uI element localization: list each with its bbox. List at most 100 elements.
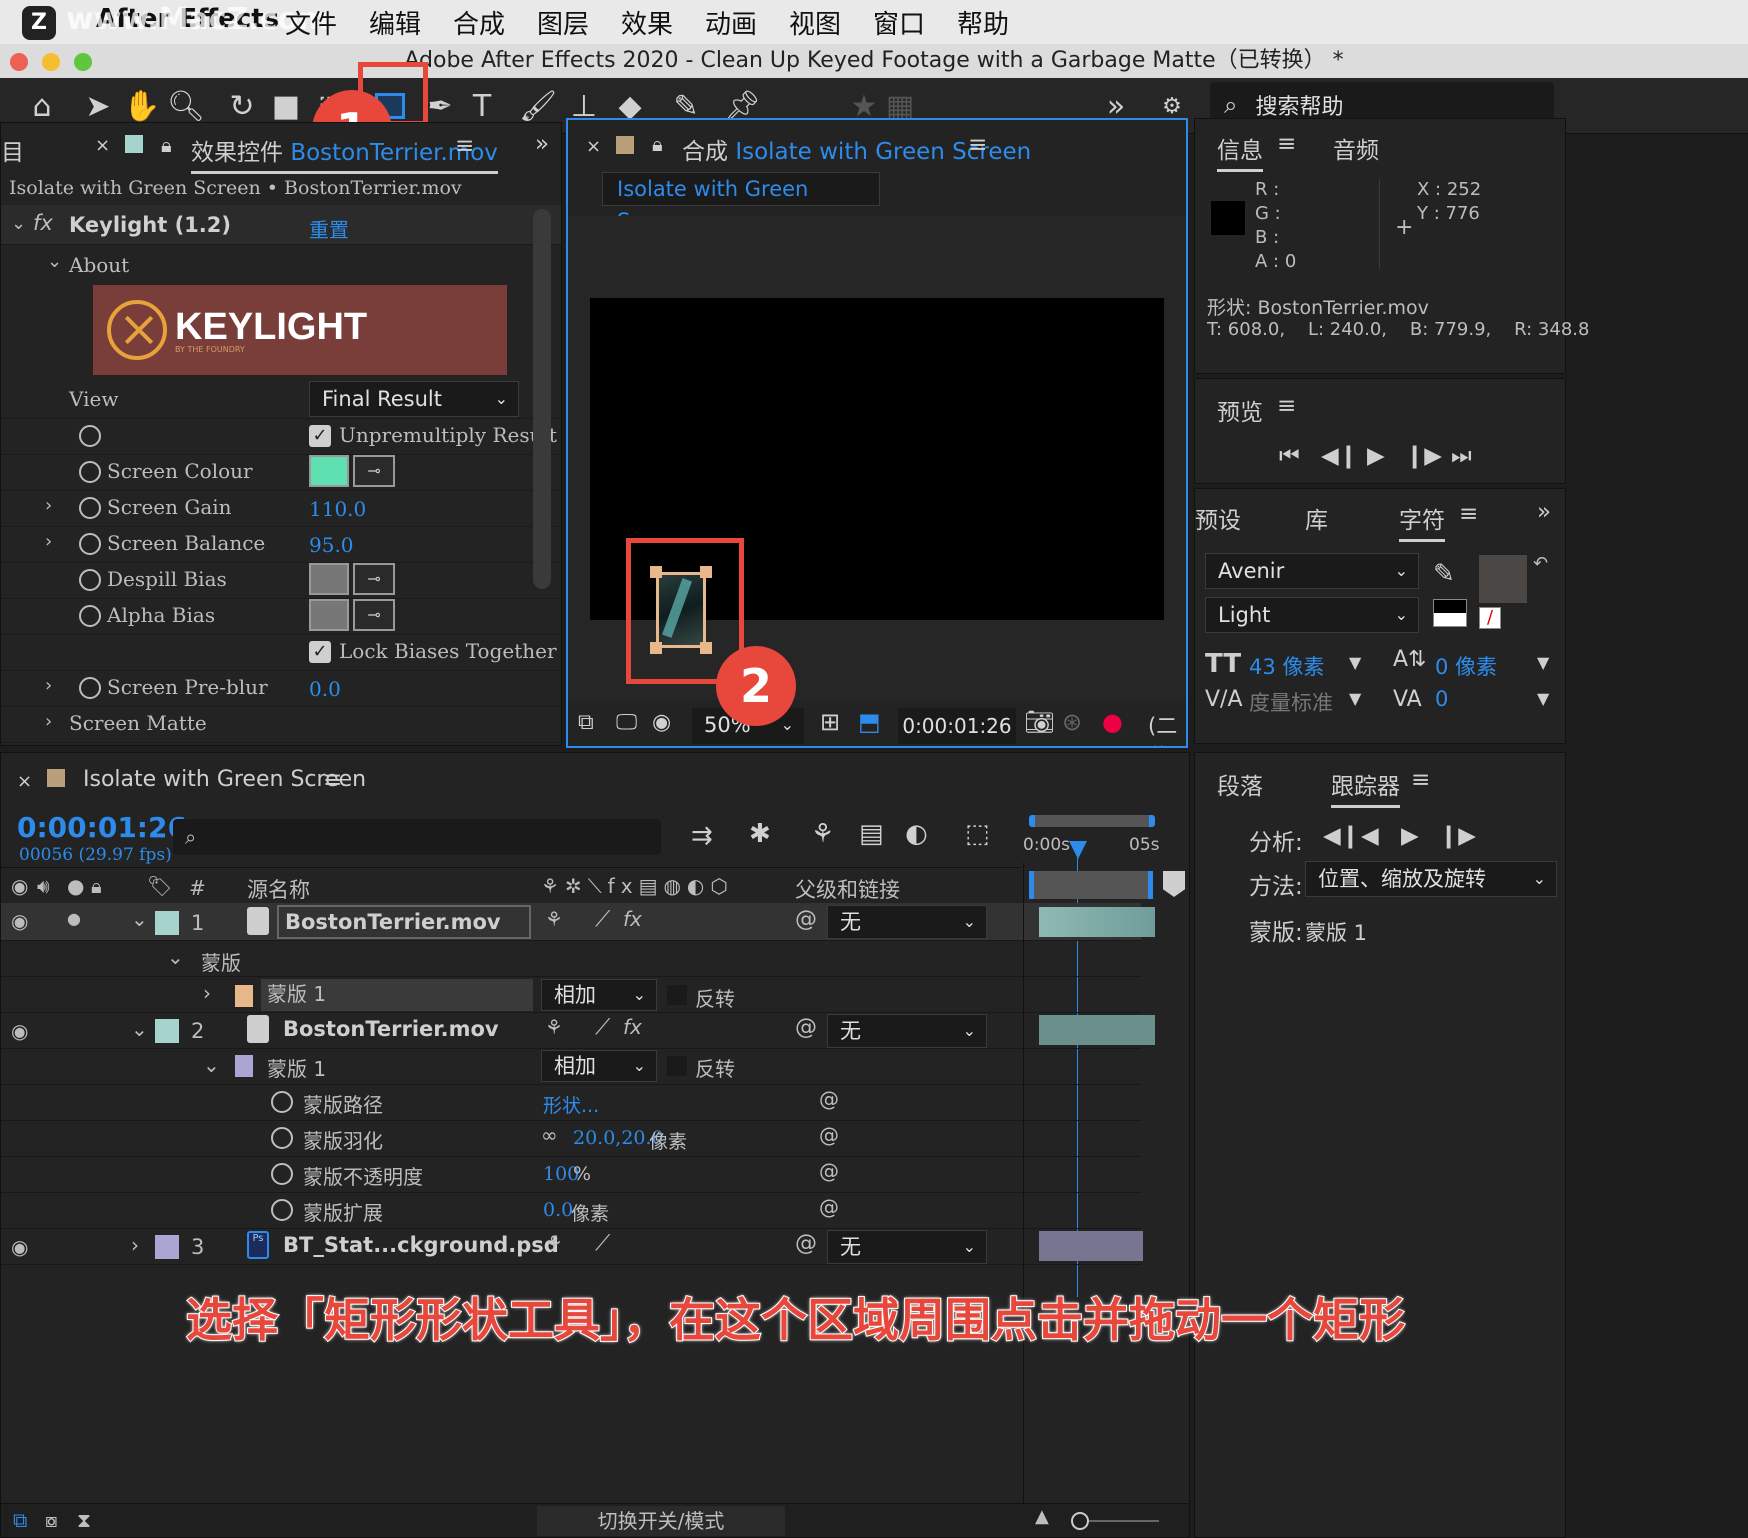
- parent-dropdown[interactable]: 无 ⌄: [827, 1014, 987, 1048]
- constrain-proportions-icon[interactable]: ∞: [541, 1123, 558, 1147]
- menu-edit[interactable]: 编辑: [369, 4, 421, 41]
- transfer-controls-icon[interactable]: ⧇: [45, 1508, 58, 1532]
- mask-visibility-icon[interactable]: ◉: [652, 710, 671, 735]
- brush-tool-icon[interactable]: 🖌︎: [518, 86, 558, 126]
- type-tool-icon[interactable]: T: [462, 86, 502, 126]
- layer-search-input[interactable]: ⌕: [173, 819, 661, 855]
- chevron-down-icon[interactable]: ▼: [1537, 689, 1549, 708]
- mask1-row[interactable]: › 蒙版 1 相加 ⌄ 反转: [1, 977, 1141, 1013]
- stopwatch-icon[interactable]: [79, 533, 101, 555]
- menu-help[interactable]: 帮助: [957, 4, 1009, 41]
- zoom-tool-icon[interactable]: 🔍︎: [166, 86, 206, 126]
- stopwatch-icon[interactable]: [79, 677, 101, 699]
- pickwhip-icon[interactable]: @: [795, 907, 817, 932]
- stopwatch-icon[interactable]: [79, 569, 101, 591]
- comp-subtab[interactable]: Isolate with Green Screen: [602, 172, 880, 233]
- chevron-right-icon[interactable]: ›: [203, 981, 211, 1005]
- playhead[interactable]: [1069, 841, 1087, 859]
- minimize-window-button[interactable]: [42, 53, 60, 71]
- lock-icon[interactable]: 🔒︎: [161, 133, 172, 157]
- column-source-name[interactable]: 源名称: [247, 874, 310, 904]
- kerning-value[interactable]: 度量标准: [1249, 687, 1333, 717]
- eyedropper-icon[interactable]: ⊸: [353, 599, 395, 631]
- layer-label-color[interactable]: [155, 1019, 179, 1043]
- close-icon[interactable]: ×: [17, 771, 32, 792]
- next-frame-icon[interactable]: ❙▶: [1405, 443, 1442, 469]
- layer-row-1[interactable]: ◉ ● ⌄ 1 BostonTerrier.mov ⚘ ⟋ fx @ 无 ⌄: [1, 903, 1141, 941]
- close-window-button[interactable]: [10, 53, 28, 71]
- default-colors-swatch[interactable]: [1433, 599, 1467, 627]
- library-tab[interactable]: 库: [1305, 501, 1328, 535]
- layer-bar-3[interactable]: [1039, 1231, 1143, 1261]
- in-out-icon[interactable]: ⧗: [77, 1508, 91, 1532]
- marker-icon[interactable]: [1163, 871, 1185, 897]
- menu-animation[interactable]: 动画: [705, 4, 757, 41]
- rotate-tool-icon[interactable]: ↻: [222, 86, 262, 126]
- chevron-down-icon[interactable]: ▼: [1349, 653, 1361, 672]
- close-icon[interactable]: ×: [95, 135, 110, 156]
- mask-mode-dropdown[interactable]: 相加 ⌄: [541, 1050, 657, 1082]
- eye-icon[interactable]: ◉: [11, 1019, 28, 1043]
- mask-path-row[interactable]: 蒙版路径 形状... @: [1, 1085, 1141, 1121]
- hand-tool-icon[interactable]: ✋: [122, 86, 162, 126]
- mask-color-swatch[interactable]: [235, 985, 253, 1007]
- selection-tool-icon[interactable]: ➤: [78, 86, 118, 126]
- panel-menu-icon[interactable]: ≡: [1277, 393, 1296, 419]
- resolution-dropdown[interactable]: (二分: [1148, 710, 1186, 746]
- mask-opacity-row[interactable]: 蒙版不透明度 100 % @: [1, 1157, 1141, 1193]
- zoom-window-button[interactable]: [74, 53, 92, 71]
- analyze-forward-frame-icon[interactable]: ▶: [1401, 823, 1419, 849]
- previous-frame-icon[interactable]: ◀❙: [1321, 443, 1358, 469]
- effect-switch-icon[interactable]: fx: [623, 1015, 642, 1039]
- tracking-value[interactable]: 0: [1435, 687, 1448, 711]
- stopwatch-icon[interactable]: [79, 461, 101, 483]
- camera-tool-icon[interactable]: ■: [266, 86, 306, 126]
- lock-icon[interactable]: 🔒︎: [652, 132, 663, 156]
- zoom-out-icon[interactable]: ▲: [1035, 1506, 1049, 1527]
- stopwatch-icon[interactable]: [271, 1199, 293, 1221]
- frame-blending-icon[interactable]: ▤: [859, 819, 884, 849]
- parent-dropdown[interactable]: 无 ⌄: [827, 1230, 987, 1264]
- screen-colour-swatch[interactable]: [309, 455, 349, 487]
- menu-window[interactable]: 窗口: [873, 4, 925, 41]
- column-parent[interactable]: 父级和链接: [795, 874, 900, 904]
- graph-editor-icon[interactable]: ⬚: [965, 819, 990, 849]
- solo-icon[interactable]: ●: [67, 909, 81, 928]
- eye-icon[interactable]: ◉: [11, 874, 28, 898]
- alpha-bias-swatch[interactable]: [309, 599, 349, 631]
- font-family-dropdown[interactable]: Avenir ⌄: [1205, 553, 1419, 589]
- mask-mode-dropdown[interactable]: 相加 ⌄: [541, 979, 657, 1011]
- layer-row-2[interactable]: ◉ ⌄ 2 BostonTerrier.mov ⚘ ⟋ fx @ 无 ⌄: [1, 1013, 1141, 1049]
- effect-controls-tab[interactable]: 效果控件 BostonTerrier.mov: [191, 133, 498, 174]
- stopwatch-icon[interactable]: [271, 1091, 293, 1113]
- eye-icon[interactable]: ◉: [11, 909, 28, 933]
- layer-name[interactable]: BT_Stat...ckground.psd: [283, 1233, 559, 1257]
- chevron-down-icon[interactable]: ⌄: [47, 251, 62, 272]
- mask-feather-row[interactable]: 蒙版羽化 ∞ 20.0,20.0 像素 @: [1, 1121, 1141, 1157]
- snapshot-layers-icon[interactable]: ⧉: [578, 710, 594, 735]
- mask-name[interactable]: 蒙版 1: [267, 1053, 326, 1082]
- project-tab[interactable]: 目: [1, 133, 24, 167]
- solo-icon[interactable]: ●: [67, 874, 84, 898]
- mask-expansion-value[interactable]: 0.0: [543, 1199, 573, 1221]
- layer-row-3[interactable]: ◉ › 3 Ps BT_Stat...ckground.psd ⚘ ⟋ @ 无 …: [1, 1229, 1141, 1265]
- lock-icon[interactable]: 🔒︎: [91, 874, 102, 898]
- fill-color-swatch[interactable]: [1477, 553, 1529, 605]
- shy-switch-icon[interactable]: ⚘: [545, 1231, 563, 1255]
- timecode-field[interactable]: 0:00:01:26: [898, 708, 1016, 744]
- zoom-slider[interactable]: [1071, 1512, 1089, 1530]
- expand-panels-icon[interactable]: »: [535, 131, 549, 157]
- chevron-down-icon[interactable]: ⌄: [203, 1053, 220, 1077]
- pickwhip-icon[interactable]: @: [795, 1231, 817, 1256]
- screen-gain-value[interactable]: 110.0: [309, 497, 366, 521]
- menu-composition[interactable]: 合成: [453, 4, 505, 41]
- last-frame-icon[interactable]: ⏭: [1451, 443, 1472, 469]
- menu-view[interactable]: 视图: [789, 4, 841, 41]
- stopwatch-icon[interactable]: [271, 1127, 293, 1149]
- shy-switch-icon[interactable]: ⚘: [545, 1015, 563, 1039]
- effect-switch-icon[interactable]: fx: [623, 907, 642, 931]
- mask-path-value[interactable]: 形状...: [543, 1091, 599, 1118]
- screen-preblur-value[interactable]: 0.0: [309, 677, 341, 701]
- chevron-down-icon[interactable]: ▼: [1537, 653, 1549, 672]
- font-size-value[interactable]: 43 像素: [1249, 651, 1324, 681]
